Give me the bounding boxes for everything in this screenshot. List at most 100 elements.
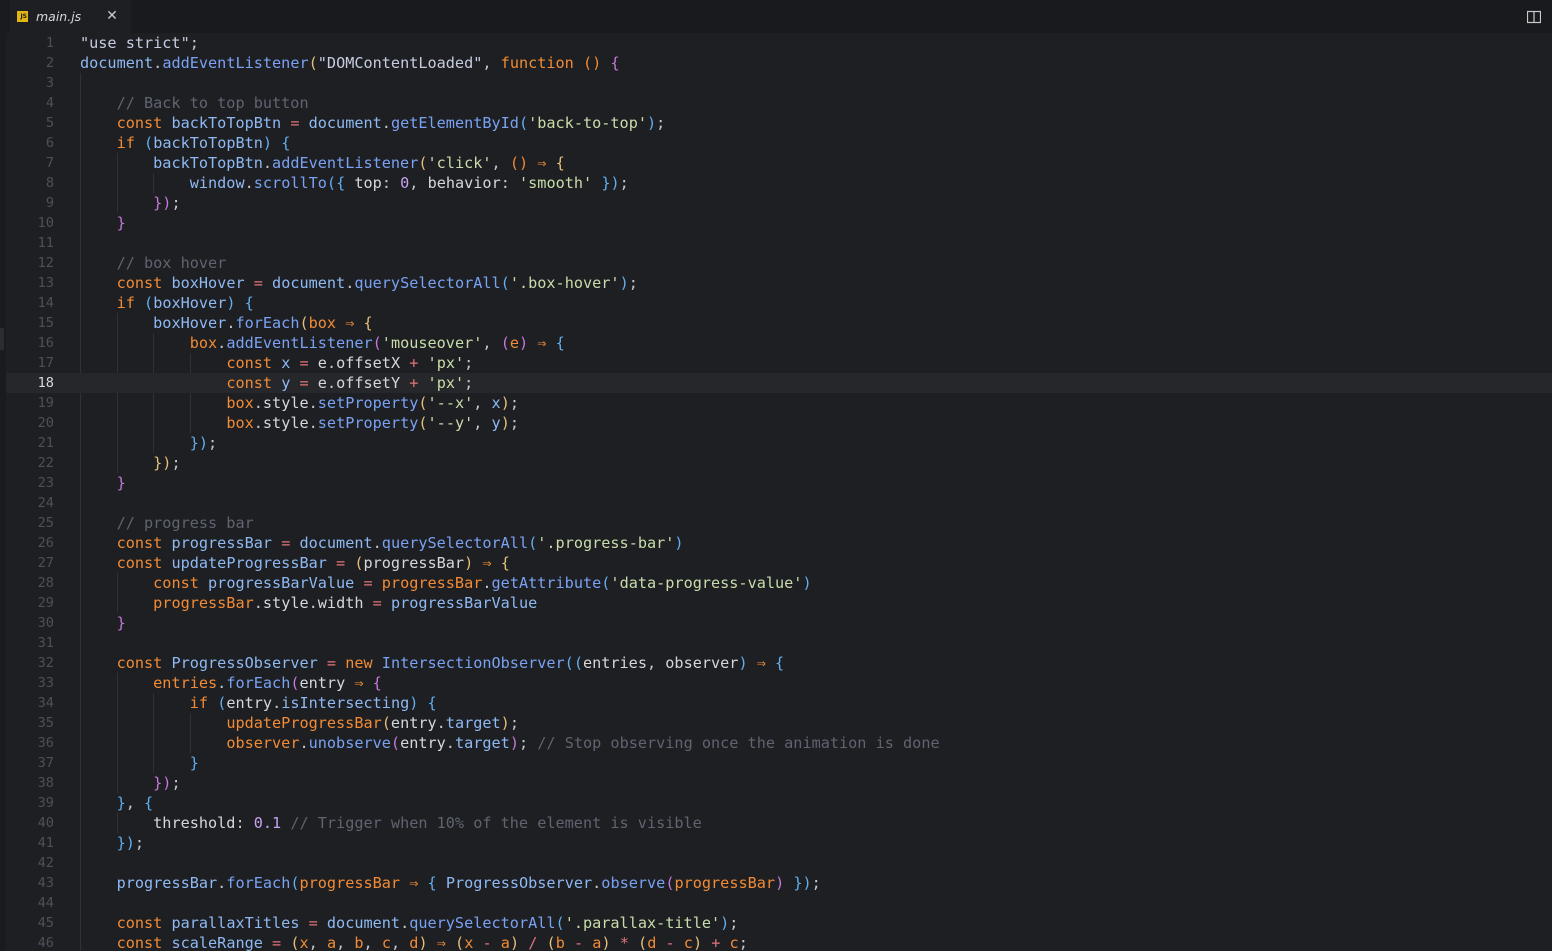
- code-token: (: [372, 334, 382, 352]
- code-token: observer: [665, 654, 739, 672]
- line-number: 32: [37, 655, 54, 671]
- code-token: unobserve: [308, 734, 391, 752]
- code-line[interactable]: 26 const progressBar = document.querySel…: [6, 533, 1552, 553]
- code-token: ;: [171, 194, 181, 212]
- code-token: }): [784, 874, 812, 892]
- code-token: ⇒: [473, 554, 501, 572]
- code-token: {: [336, 174, 355, 192]
- code-line[interactable]: 35 updateProgressBar(entry.target);: [6, 713, 1552, 733]
- code-token: ;: [738, 934, 748, 951]
- code-line[interactable]: 10 }: [6, 213, 1552, 233]
- code-line[interactable]: 19 box.style.setProperty('--x', x);: [6, 393, 1552, 413]
- code-line[interactable]: 7 backToTopBtn.addEventListener('click',…: [6, 153, 1552, 173]
- split-editor-icon[interactable]: [1526, 9, 1542, 24]
- code-line[interactable]: 18 const y = e.offsetY + 'px';: [6, 373, 1552, 393]
- code-token: document: [80, 54, 154, 72]
- code-token: entry: [299, 674, 346, 692]
- code-line[interactable]: 11: [6, 233, 1552, 253]
- code-token: ;: [656, 114, 666, 132]
- code-line[interactable]: 32 const ProgressObserver = new Intersec…: [6, 653, 1552, 673]
- code-token: forEach: [226, 874, 291, 892]
- code-line[interactable]: 30 }: [6, 613, 1552, 633]
- code-line[interactable]: 41 });: [6, 833, 1552, 853]
- code-line[interactable]: 9 });: [6, 193, 1552, 213]
- code-line[interactable]: 39 }, {: [6, 793, 1552, 813]
- code-line[interactable]: 23 }: [6, 473, 1552, 493]
- code-line[interactable]: 45 const parallaxTitles = document.query…: [6, 913, 1552, 933]
- code-line[interactable]: 37 }: [6, 753, 1552, 773]
- code-token: =: [244, 274, 273, 292]
- code-line[interactable]: 27 const updateProgressBar = (progressBa…: [6, 553, 1552, 573]
- code-line[interactable]: 15 boxHover.forEach(box ⇒ {: [6, 313, 1552, 333]
- code-token: const: [226, 354, 273, 372]
- code-token: width: [317, 594, 364, 612]
- code-token: b: [555, 934, 565, 951]
- code-token: forEach: [226, 674, 291, 692]
- code-line[interactable]: 40 threshold: 0.1 // Trigger when 10% of…: [6, 813, 1552, 833]
- code-line[interactable]: 16 box.addEventListener('mouseover', (e)…: [6, 333, 1552, 353]
- close-icon[interactable]: ✕: [104, 8, 120, 24]
- code-token: ,: [473, 394, 492, 412]
- code-line[interactable]: 2 document.addEventListener("DOMContentLo…: [6, 53, 1552, 73]
- code-token: IntersectionObserver: [381, 654, 565, 672]
- code-token: const: [153, 574, 199, 592]
- line-number: 34: [37, 695, 54, 711]
- code-line[interactable]: 3: [6, 73, 1552, 93]
- code-token: style: [262, 594, 309, 612]
- js-file-icon: JS: [17, 11, 28, 22]
- code-line[interactable]: 38 });: [6, 773, 1552, 793]
- sash-handle[interactable]: [0, 328, 4, 350]
- code-line[interactable]: 42: [6, 853, 1552, 873]
- line-number: 21: [37, 435, 54, 451]
- code-token: ): [226, 294, 236, 312]
- code-line[interactable]: 12 // box hover: [6, 253, 1552, 273]
- code-line[interactable]: 43 progressBar.forEach(progressBar ⇒ { P…: [6, 873, 1552, 893]
- code-token: =: [290, 354, 318, 372]
- code-line[interactable]: 44: [6, 893, 1552, 913]
- code-line[interactable]: 6 if (backToTopBtn) {: [6, 133, 1552, 153]
- code-line[interactable]: 14 if (boxHover) {: [6, 293, 1552, 313]
- code-line[interactable]: 31: [6, 633, 1552, 653]
- line-number: 13: [37, 275, 54, 291]
- code-line[interactable]: 33 entries.forEach(entry ⇒ {: [6, 673, 1552, 693]
- code-token: (): [582, 54, 602, 72]
- code-line[interactable]: 4 // Back to top button: [6, 93, 1552, 113]
- code-token: // box hover: [80, 254, 227, 272]
- code-token: progressBar: [153, 594, 254, 612]
- code-line[interactable]: 29 progressBar.style.width = progressBar…: [6, 593, 1552, 613]
- tab-main-js[interactable]: JS main.js ✕: [10, 0, 131, 33]
- code-line[interactable]: 36 observer.unobserve(entry.target); // …: [6, 733, 1552, 753]
- code-line[interactable]: 21 });: [6, 433, 1552, 453]
- code-token: }): [592, 174, 620, 192]
- code-text: observer.unobserve(entry.target); // Sto…: [80, 733, 939, 753]
- code-line[interactable]: 20 box.style.setProperty('--y', y);: [6, 413, 1552, 433]
- editor-pane[interactable]: 1 "use strict"; 2 document.addEventListener…: [6, 33, 1552, 951]
- code-line[interactable]: 8 window.scrollTo({ top: 0, behavior: 's…: [6, 173, 1552, 193]
- code-line[interactable]: 25 // progress bar: [6, 513, 1552, 533]
- code-token: ;: [518, 734, 538, 752]
- code-token: ): [646, 114, 657, 132]
- code-line[interactable]: 1 "use strict";: [6, 33, 1552, 53]
- code-text: // Back to top button: [80, 93, 309, 113]
- code-token: =: [317, 654, 346, 672]
- code-line[interactable]: 22 });: [6, 453, 1552, 473]
- code-line[interactable]: 28 const progressBarValue = progressBar.…: [6, 573, 1552, 593]
- code-line[interactable]: 17 const x = e.offsetX + 'px';: [6, 353, 1552, 373]
- code-text: const progressBar = document.querySelect…: [80, 533, 684, 553]
- code-line[interactable]: 46 const scaleRange = (x, a, b, c, d) ⇒ …: [6, 933, 1552, 951]
- code-line[interactable]: 13 const boxHover = document.querySelect…: [6, 273, 1552, 293]
- code-line[interactable]: 5 const backToTopBtn = document.getEleme…: [6, 113, 1552, 133]
- code-line[interactable]: 34 if (entry.isIntersecting) {: [6, 693, 1552, 713]
- code-text: });: [80, 773, 180, 793]
- code-token: (: [500, 334, 510, 352]
- code-line[interactable]: 24: [6, 493, 1552, 513]
- code-token: }): [153, 194, 172, 212]
